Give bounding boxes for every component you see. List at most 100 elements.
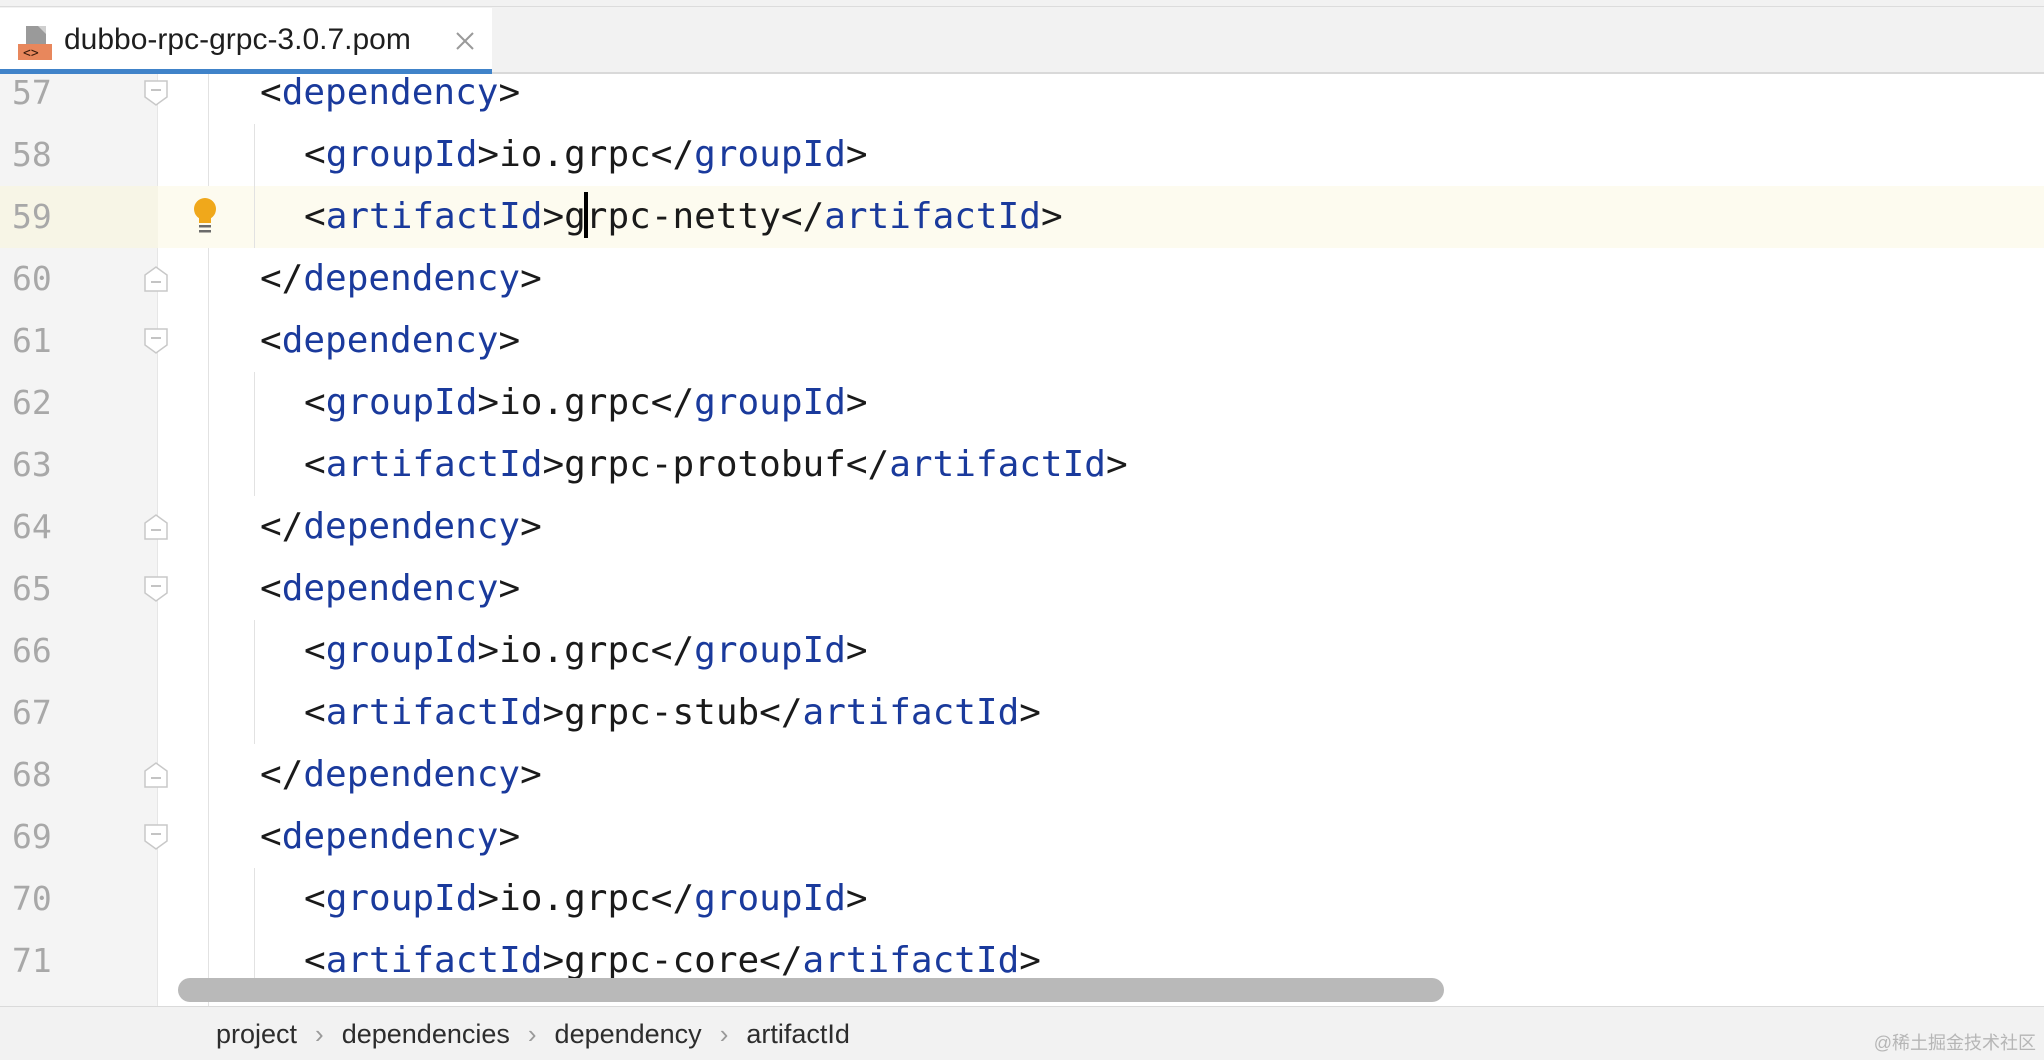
code-text[interactable]: <dependency> [260,558,520,620]
code-text[interactable]: <artifactId>grpc-protobuf</artifactId> [304,434,1128,496]
code-text[interactable]: <artifactId>grpc-netty</artifactId> [304,186,1063,248]
code-line[interactable]: 59 <artifactId>grpc-netty</artifactId> [0,186,2044,248]
code-line[interactable]: 64 </dependency> [0,496,2044,558]
xml-tag-name: artifactId [325,940,543,981]
fold-open-icon[interactable] [142,326,170,356]
breadcrumb-item-dependency[interactable]: dependency [555,1007,702,1061]
code-text[interactable]: <groupId>io.grpc</groupId> [304,620,868,682]
editor-tab-bar: <> dubbo-rpc-grpc-3.0.7.pom [0,0,2044,74]
xml-text: < [304,134,326,175]
indent-guide [254,868,255,930]
line-number[interactable]: 70 [0,868,158,930]
line-number[interactable]: 64 [0,496,158,558]
code-line[interactable]: 66 <groupId>io.grpc</groupId> [0,620,2044,682]
code-text[interactable]: </dependency> [260,744,542,806]
code-line[interactable]: 61 <dependency> [0,310,2044,372]
xml-tag-name: groupId [694,878,846,919]
xml-tag-name: groupId [325,630,478,671]
xml-text: rpc-netty</ [585,196,825,237]
breadcrumb-item-dependencies[interactable]: dependencies [342,1007,510,1061]
code-line[interactable]: 67 <artifactId>grpc-stub</artifactId> [0,682,2044,744]
line-number[interactable]: 72 [0,992,158,1006]
line-number[interactable]: 62 [0,372,158,434]
xml-tag-name: groupId [325,382,478,423]
close-icon[interactable] [452,28,478,54]
code-text[interactable]: <groupId>io.grpc</groupId> [304,372,868,434]
xml-text: > [1019,692,1041,733]
xml-text: > [1105,444,1128,485]
line-number[interactable]: 68 [0,744,158,806]
code-text[interactable]: <dependency> [260,310,520,372]
xml-text: < [260,320,282,361]
xml-text: </ [260,506,304,547]
xml-text: > [845,630,868,671]
horizontal-scrollbar-thumb[interactable] [178,978,1444,1002]
lightbulb-icon[interactable] [190,196,220,236]
code-text[interactable]: <groupId>io.grpc</groupId> [304,868,868,930]
line-number[interactable]: 63 [0,434,158,496]
xml-tag-name: dependency [303,754,521,795]
line-number[interactable]: 60 [0,248,158,310]
xml-text: >grpc-stub</ [542,692,803,733]
code-text[interactable]: </dependency> [260,248,542,310]
fold-open-icon[interactable] [142,574,170,604]
line-number[interactable]: 65 [0,558,158,620]
line-number[interactable]: 59 [0,186,158,248]
code-text[interactable]: </dependency> [260,496,542,558]
line-number[interactable]: 66 [0,620,158,682]
xml-text: > [520,258,542,299]
tab-dubbo-rpc-grpc-pom[interactable]: <> dubbo-rpc-grpc-3.0.7.pom [0,8,492,74]
code-text[interactable]: <artifactId>grpc-stub</artifactId> [304,682,1041,744]
xml-text: > [1019,940,1041,981]
breadcrumb-item-artifactid[interactable]: artifactId [746,1007,850,1061]
code-editor[interactable]: 57 <dependency> 58 <groupId>io.grpc</groupI… [0,74,2044,1006]
line-number[interactable]: 58 [0,124,158,186]
xml-text: < [260,816,282,857]
code-line[interactable]: 69 <dependency> [0,806,2044,868]
xml-tag-name: artifactId [325,196,543,237]
code-line[interactable]: 68 </dependency> [0,744,2044,806]
code-text[interactable]: <dependency> [260,806,520,868]
xml-text: < [260,74,282,113]
code-line[interactable]: 70 <groupId>io.grpc</groupId> [0,868,2044,930]
chevron-right-icon: › [719,1019,729,1049]
breadcrumb-item-project[interactable]: project [216,1007,297,1061]
fold-close-icon[interactable] [142,264,170,294]
line-number[interactable]: 67 [0,682,158,744]
indent-guide [254,124,255,186]
code-line[interactable]: 58 <groupId>io.grpc</groupId> [0,124,2044,186]
line-number[interactable]: 69 [0,806,158,868]
line-number[interactable]: 61 [0,310,158,372]
fold-close-icon[interactable] [142,760,170,790]
svg-text:<>: <> [23,46,39,61]
code-line[interactable]: 63 <artifactId>grpc-protobuf</artifactId> [0,434,2044,496]
fold-open-icon[interactable] [142,822,170,852]
code-line[interactable]: 57 <dependency> [0,74,2044,124]
indent-guide [254,372,255,434]
xml-text: < [260,568,282,609]
xml-text: > [520,506,542,547]
xml-text: > [520,754,542,795]
code-line[interactable]: 65 <dependency> [0,558,2044,620]
xml-text: < [304,444,326,485]
xml-text: >g [542,196,586,237]
xml-tag-name: groupId [325,878,478,919]
xml-text: >io.grpc</ [477,382,695,423]
code-line[interactable]: 60 </dependency> [0,248,2044,310]
xml-text: < [304,382,326,423]
code-text[interactable]: <dependency> [260,74,520,124]
xml-text: > [498,74,521,113]
line-number[interactable]: 57 [0,74,158,124]
fold-close-icon[interactable] [142,512,170,542]
chevron-right-icon: › [315,1019,324,1049]
code-text[interactable]: <groupId>io.grpc</groupId> [304,124,868,186]
code-line[interactable]: 62 <groupId>io.grpc</groupId> [0,372,2044,434]
indent-guide [254,620,255,682]
xml-text: > [498,816,521,857]
line-number[interactable]: 71 [0,930,158,992]
xml-text: > [845,134,868,175]
xml-tag-name: groupId [694,134,846,175]
xml-tag-name: dependency [281,74,499,113]
xml-tag-name: artifactId [802,692,1020,733]
fold-open-icon[interactable] [142,78,170,108]
